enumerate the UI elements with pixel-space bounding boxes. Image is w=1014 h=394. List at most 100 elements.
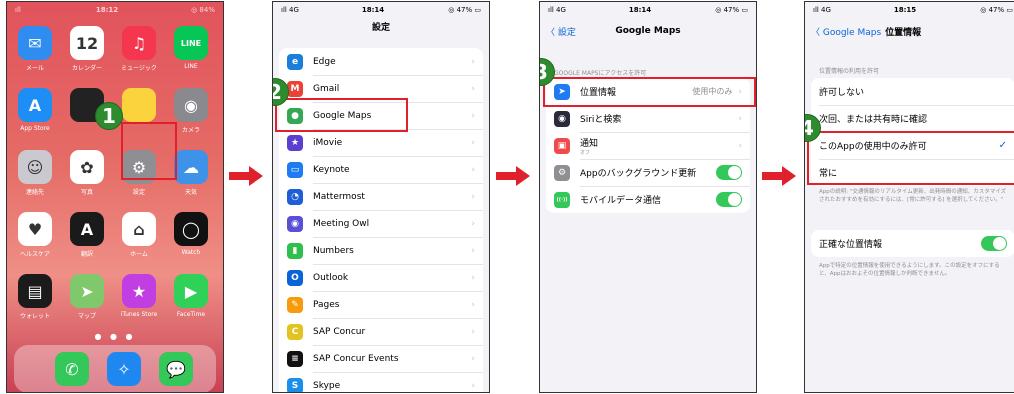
app-translate[interactable]: A 翻訳	[65, 212, 109, 258]
clock: 18:15	[893, 6, 917, 14]
row-label: Skype	[313, 380, 341, 391]
status-bar: ıll 18:12 ◎ 84%	[7, 2, 223, 18]
chevron-right-icon: ›	[738, 113, 742, 124]
edge-icon: e	[287, 53, 303, 70]
app-watch[interactable]: ◯ Watch	[169, 212, 213, 256]
app-health[interactable]: ♥ ヘルスケア	[13, 212, 57, 258]
gmaps-row-cellular-data[interactable]: ((·)) モバイルデータ通信	[546, 186, 750, 213]
app-photos[interactable]: ✿ 写真	[65, 150, 109, 196]
back-button[interactable]: 〈 Google Maps	[811, 25, 881, 38]
app-calendar[interactable]: 12 カレンダー	[65, 26, 109, 72]
app-line[interactable]: LINE LINE	[169, 26, 213, 70]
app-label: カレンダー	[71, 65, 102, 72]
settings-row-sap-concur[interactable]: C SAP Concur ›	[279, 318, 483, 345]
app-label: 天気	[184, 189, 197, 196]
row-sublabel: オフ	[580, 149, 591, 156]
numbers-icon: ▮	[287, 242, 303, 259]
row-toggle[interactable]	[716, 165, 742, 180]
watch-icon: ◯	[174, 212, 208, 246]
facetime-icon: ▶	[174, 274, 208, 308]
highlight-google-maps	[275, 98, 408, 132]
section-header: GOOGLE MAPSにアクセスを許可	[554, 70, 647, 77]
status-bar: ıll 4G 18:14 ◎ 47% ▭	[273, 2, 489, 18]
gmaps-row-notifications[interactable]: ▣ 通知 オフ ›	[546, 132, 750, 159]
app-label: 設定	[132, 189, 145, 196]
dock-phone[interactable]: ✆	[50, 352, 94, 386]
chevron-right-icon: ›	[471, 380, 475, 391]
app-app-store[interactable]: A App Store	[13, 88, 57, 132]
settings-row-skype[interactable]: S Skype ›	[279, 372, 483, 392]
skype-icon: S	[287, 377, 303, 392]
safari-icon: ✧	[107, 352, 141, 386]
chevron-right-icon: ›	[471, 191, 475, 202]
app-store-icon: A	[18, 88, 52, 122]
settings-row-meeting-owl[interactable]: ◉ Meeting Owl ›	[279, 210, 483, 237]
app-label: 翻訳	[80, 251, 93, 258]
page-title: Google Maps	[615, 26, 681, 36]
app-label: メール	[25, 65, 44, 72]
settings-row-pages[interactable]: ✎ Pages ›	[279, 291, 483, 318]
gmaps-row-background-refresh[interactable]: ⚙ Appのバックグラウンド更新	[546, 159, 750, 186]
precise-location-group: 正確な位置情報	[811, 230, 1014, 257]
highlight-location	[543, 77, 756, 107]
chevron-right-icon: ›	[471, 164, 475, 175]
app-facetime[interactable]: ▶ FaceTime	[169, 274, 213, 318]
chevron-right-icon: ›	[471, 137, 475, 148]
chevron-right-icon: ›	[471, 245, 475, 256]
dock-messages[interactable]: 💬	[154, 352, 198, 386]
clock: 18:14	[628, 6, 652, 14]
app-mail[interactable]: ✉ メール	[13, 26, 57, 72]
app-label: マップ	[77, 313, 96, 320]
line-icon: LINE	[174, 26, 208, 60]
app-label: ヘルスケア	[19, 251, 50, 258]
settings-row-keynote[interactable]: ▭ Keynote ›	[279, 156, 483, 183]
app-label: iTunes Store	[120, 311, 158, 318]
row-label-text: 通知	[580, 138, 599, 149]
clock: 18:14	[361, 6, 385, 14]
arrow-right-icon	[229, 166, 263, 186]
location-option[interactable]: 許可しない	[811, 78, 1014, 105]
chevron-right-icon: ›	[471, 326, 475, 337]
camera-icon: ◉	[174, 88, 208, 122]
back-button[interactable]: 〈 設定	[546, 25, 604, 38]
app-home[interactable]: ⌂ ホーム	[117, 212, 161, 258]
gmaps-row-siri[interactable]: ◉ Siriと検索 ›	[546, 105, 750, 132]
app-maps[interactable]: ➤ マップ	[65, 274, 109, 320]
notifications-icon: ▣	[554, 137, 570, 154]
settings-row-numbers[interactable]: ▮ Numbers ›	[279, 237, 483, 264]
app-itunes-store[interactable]: ★ iTunes Store	[117, 274, 161, 318]
status-bar: ıll 4G 18:15 ◎ 47% ▭	[805, 2, 1014, 18]
app-notes[interactable]	[117, 88, 161, 125]
settings-row-mattermost[interactable]: ◔ Mattermost ›	[279, 183, 483, 210]
app-wallet[interactable]: ▤ ウォレット	[13, 274, 57, 320]
row-label: SAP Concur	[313, 326, 366, 337]
settings-row-edge[interactable]: e Edge ›	[279, 48, 483, 75]
settings-row-outlook[interactable]: O Outlook ›	[279, 264, 483, 291]
step-1-badge: 1	[95, 102, 123, 130]
app-contacts[interactable]: ☺ 連絡先	[13, 150, 57, 196]
chevron-right-icon: ›	[738, 140, 742, 151]
app-label: ミュージック	[121, 65, 157, 72]
chevron-right-icon: ›	[471, 218, 475, 229]
translate-icon: A	[70, 212, 104, 246]
siri-icon: ◉	[554, 110, 570, 127]
status-bar: ıll 4G 18:14 ◎ 47% ▭	[540, 2, 756, 18]
chevron-right-icon: ›	[471, 353, 475, 364]
app-music[interactable]: ♫ ミュージック	[117, 26, 161, 72]
meeting-owl-icon: ◉	[287, 215, 303, 232]
location-option[interactable]: 次回、または共有時に確認	[811, 105, 1014, 132]
row-toggle[interactable]	[716, 192, 742, 207]
row-label: Mattermost	[313, 191, 365, 202]
row-label-text: Appのバックグラウンド更新	[580, 169, 697, 179]
precise-location-row[interactable]: 正確な位置情報	[811, 230, 1014, 257]
photos-icon: ✿	[70, 150, 104, 184]
battery-indicator: ◎ 84%	[191, 6, 215, 14]
keynote-icon: ▭	[287, 161, 303, 178]
google-maps-settings-screen: ıll 4G 18:14 ◎ 47% ▭ 〈 設定 Google Maps GO…	[539, 1, 757, 393]
settings-row-sap-concur-events[interactable]: ≡ SAP Concur Events ›	[279, 345, 483, 372]
app-label: ホーム	[130, 251, 148, 258]
chevron-right-icon: ›	[471, 56, 475, 67]
settings-row-imovie[interactable]: ★ iMovie ›	[279, 129, 483, 156]
dock-safari[interactable]: ✧	[102, 352, 146, 386]
precise-location-toggle[interactable]	[981, 236, 1007, 251]
